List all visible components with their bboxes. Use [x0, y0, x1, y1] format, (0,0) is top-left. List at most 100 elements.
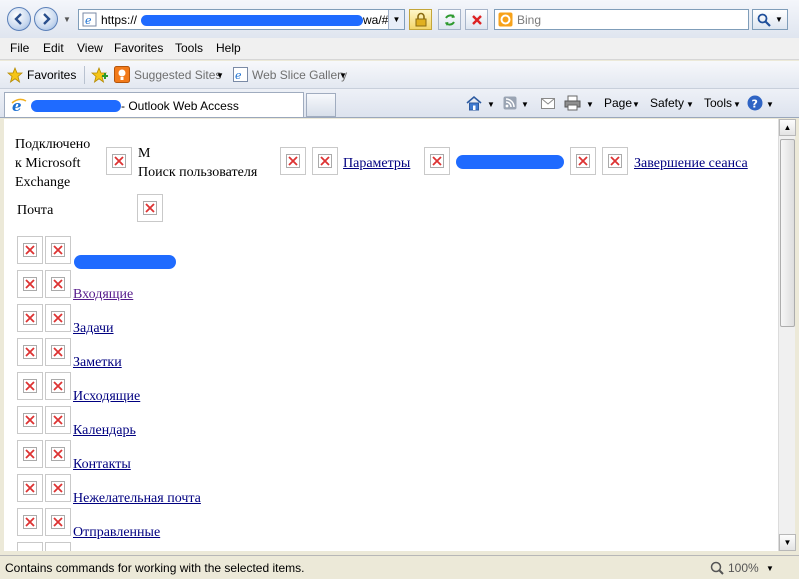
folder-tree-icon: [17, 542, 43, 551]
address-input[interactable]: e https:// wa/# ▼: [78, 9, 405, 30]
connected-line-3: Exchange: [15, 175, 71, 190]
mail-section-label: Почта: [17, 203, 54, 218]
new-tab-button[interactable]: [306, 93, 336, 117]
recent-pages-icon[interactable]: ▼: [63, 15, 71, 24]
menu-bar: File Edit View Favorites Tools Help: [0, 38, 799, 60]
web-slice-chevron-icon[interactable]: ▼: [339, 71, 347, 80]
folder-tree-icon: [17, 508, 43, 536]
search-placeholder: Bing: [517, 13, 542, 27]
refresh-button[interactable]: [438, 9, 461, 30]
folder-tree-icon: [17, 304, 43, 332]
address-toolbar: ▼ e https:// wa/# ▼ Bing ▼: [0, 0, 799, 38]
zoom-level[interactable]: 100%: [728, 561, 759, 575]
menu-favorites[interactable]: Favorites: [114, 41, 163, 55]
feeds-chevron-icon[interactable]: ▼: [521, 100, 529, 109]
svg-text:e: e: [85, 14, 92, 27]
safety-chevron-icon[interactable]: ▼: [686, 100, 694, 109]
options-icon[interactable]: [312, 147, 338, 175]
logoff-icon[interactable]: [602, 147, 628, 175]
magnifier-icon: [757, 13, 771, 27]
feeds-icon[interactable]: [503, 96, 517, 110]
tab-outlook-web-access[interactable]: e - Outlook Web Access: [4, 92, 304, 117]
scroll-up-button[interactable]: ▲: [779, 119, 796, 136]
folder-link-tasks[interactable]: Задачи: [73, 319, 114, 338]
folder-link-outbox[interactable]: Исходящие: [73, 387, 140, 406]
scroll-down-button[interactable]: ▼: [779, 534, 796, 551]
folder-tree-icon[interactable]: [17, 236, 43, 264]
connected-line-2: к Microsoft: [15, 156, 81, 171]
suggested-sites-button[interactable]: Suggested Sites: [134, 68, 221, 82]
back-button[interactable]: [7, 7, 31, 31]
menu-tools[interactable]: Tools: [175, 41, 203, 55]
security-lock-button[interactable]: [409, 9, 432, 30]
help-chevron-icon[interactable]: ▼: [766, 100, 774, 109]
print-chevron-icon[interactable]: ▼: [586, 100, 594, 109]
add-favorite-icon[interactable]: [91, 67, 109, 83]
folder-link-notes[interactable]: Заметки: [73, 353, 122, 372]
broken-image-icon: [424, 147, 450, 175]
search-button[interactable]: ▼: [752, 9, 788, 30]
tab-command-bar: e - Outlook Web Access ▼ ▼ ▼ Page ▼ Safe…: [0, 89, 799, 118]
print-icon[interactable]: [564, 95, 581, 111]
search-input[interactable]: Bing: [494, 9, 749, 30]
status-bar: Contains commands for working with the s…: [0, 555, 799, 579]
broken-image-icon: [106, 147, 132, 175]
home-icon[interactable]: [466, 95, 482, 111]
folder-tree-icon: [17, 338, 43, 366]
page-chevron-icon[interactable]: ▼: [632, 100, 640, 109]
page-content: Подключено к Microsoft Exchange М Поиск …: [4, 119, 778, 551]
stop-button[interactable]: [465, 9, 488, 30]
ie-tab-icon: e: [11, 97, 27, 113]
menu-view[interactable]: View: [77, 41, 103, 55]
find-user-label[interactable]: Поиск пользователя: [138, 163, 257, 182]
web-slice-gallery-button[interactable]: Web Slice Gallery: [252, 68, 347, 82]
zoom-chevron-icon[interactable]: ▼: [766, 564, 774, 573]
folder-link-calendar[interactable]: Календарь: [73, 421, 136, 440]
folder-tree-icon: [17, 474, 43, 502]
suggested-sites-chevron-icon[interactable]: ▼: [216, 71, 224, 80]
bing-icon: [498, 12, 513, 27]
address-dropdown-button[interactable]: ▼: [388, 10, 404, 29]
ie-page-icon: e: [82, 12, 97, 27]
folder-icon: [45, 542, 71, 551]
options-link[interactable]: Параметры: [343, 154, 410, 173]
tools-menu-button[interactable]: Tools: [704, 96, 732, 110]
folder-link-inbox[interactable]: Входящие: [73, 285, 133, 304]
redacted-tab-title: [31, 100, 121, 112]
folder-tree-icon: [17, 406, 43, 434]
favorites-button[interactable]: Favorites: [27, 68, 76, 82]
favorites-star-icon: [7, 67, 23, 83]
tab-title: - Outlook Web Access: [121, 99, 239, 113]
safety-menu-button[interactable]: Safety: [650, 96, 684, 110]
folder-icon: [45, 406, 71, 434]
home-chevron-icon[interactable]: ▼: [487, 100, 495, 109]
vertical-scrollbar[interactable]: ▲ ▼: [778, 119, 796, 551]
logoff-link[interactable]: Завершение сеанса: [634, 154, 748, 173]
forward-button[interactable]: [34, 7, 58, 31]
favorites-bar: Favorites Suggested Sites ▼ e Web Slice …: [0, 61, 799, 89]
menu-edit[interactable]: Edit: [43, 41, 64, 55]
read-mail-icon[interactable]: [541, 97, 555, 109]
zoom-icon[interactable]: [710, 561, 724, 575]
scroll-thumb[interactable]: [780, 139, 795, 327]
folder-link-junk[interactable]: Нежелательная почта: [73, 489, 201, 508]
folder-link-sent[interactable]: Отправленные: [73, 523, 160, 542]
svg-text:e: e: [235, 69, 242, 82]
folder-link-contacts[interactable]: Контакты: [73, 455, 131, 474]
help-icon[interactable]: ?: [747, 95, 763, 111]
menu-file[interactable]: File: [10, 41, 29, 55]
stop-icon: [471, 14, 482, 25]
folder-icon: [45, 304, 71, 332]
tools-chevron-icon[interactable]: ▼: [733, 100, 741, 109]
favorites-separator: [84, 66, 85, 84]
folder-icon: [45, 270, 71, 298]
back-arrow-icon: [14, 13, 22, 25]
menu-help[interactable]: Help: [216, 41, 241, 55]
folder-tree-icon: [17, 270, 43, 298]
page-menu-button[interactable]: Page: [604, 96, 632, 110]
svg-text:?: ?: [752, 98, 758, 111]
lock-icon: [415, 12, 426, 27]
mailbox-letter: М: [138, 146, 151, 161]
folder-tree-icon: [17, 440, 43, 468]
folder-icon: [45, 508, 71, 536]
